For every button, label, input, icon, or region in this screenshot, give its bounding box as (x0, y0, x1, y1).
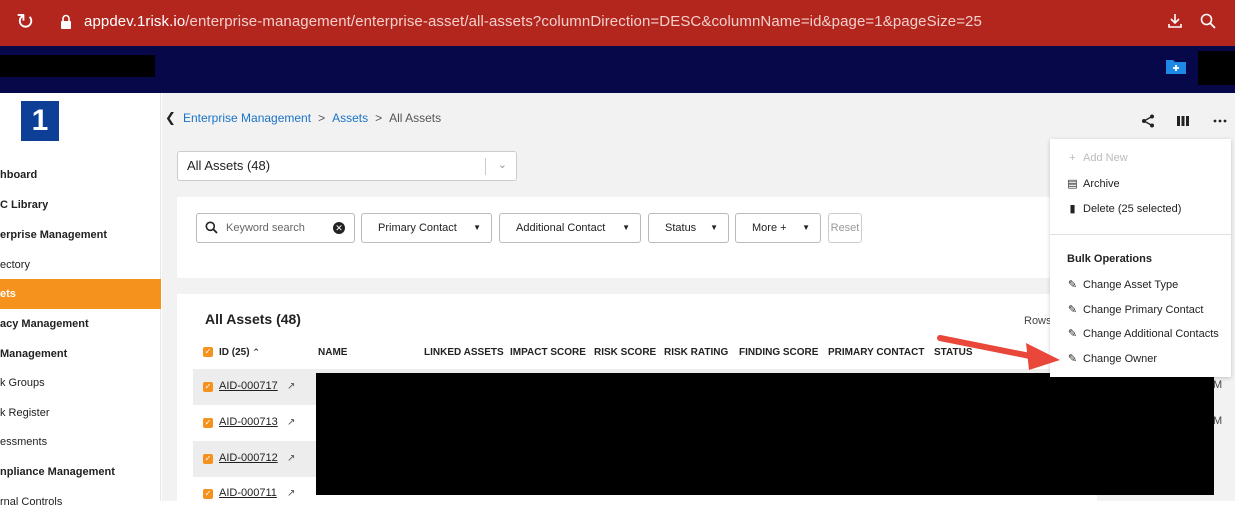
annotation-arrow (937, 335, 1060, 370)
